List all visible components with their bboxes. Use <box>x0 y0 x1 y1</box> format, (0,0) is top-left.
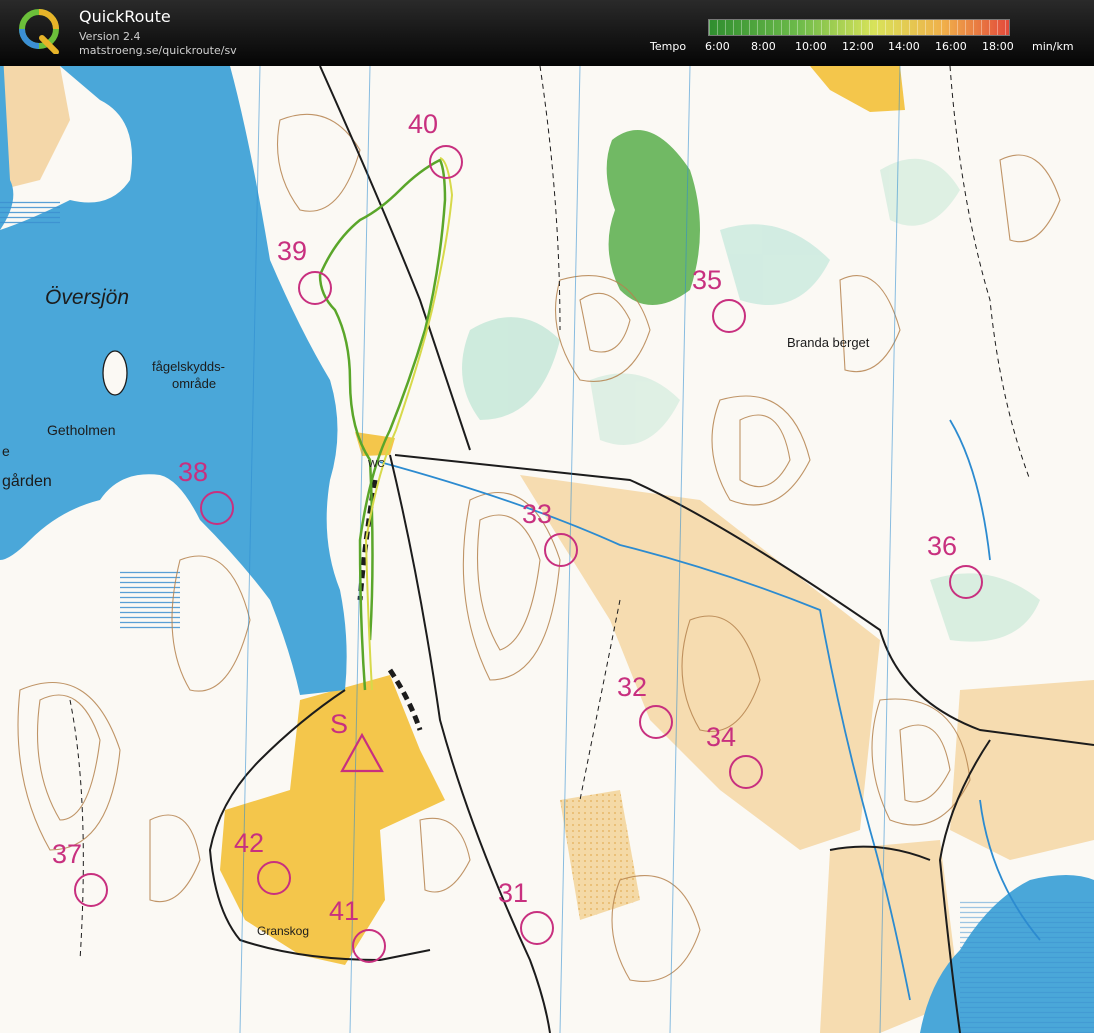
village-label: Granskog <box>257 924 309 938</box>
legend-tick: 16:00 <box>935 40 967 53</box>
control-number: 39 <box>277 236 307 266</box>
farm-label-fragment: e <box>2 443 10 459</box>
map-canvas[interactable]: S 40 39 35 38 33 36 32 34 42 37 41 31 Öv… <box>0 66 1094 1033</box>
marsh-area <box>120 570 180 630</box>
farm-label: gården <box>2 472 52 490</box>
legend-label: Tempo <box>650 40 687 53</box>
start-label: S <box>330 709 348 739</box>
bird-area-label: område <box>172 376 216 391</box>
control-number: 33 <box>522 499 552 529</box>
control-number: 31 <box>498 878 528 908</box>
control-number: 38 <box>178 457 208 487</box>
control-number: 32 <box>617 672 647 702</box>
legend-unit: min/km <box>1032 40 1074 53</box>
island-label: Getholmen <box>47 422 115 438</box>
control-number: 34 <box>706 722 736 752</box>
control-number: 41 <box>329 896 359 926</box>
control-number: 35 <box>692 265 722 295</box>
orienteering-map[interactable]: S 40 39 35 38 33 36 32 34 42 37 41 31 Öv… <box>0 66 1094 1033</box>
legend-tick: 8:00 <box>751 40 776 53</box>
app-header: QuickRoute Version 2.4 matstroeng.se/qui… <box>0 0 1094 66</box>
legend-tick: 14:00 <box>888 40 920 53</box>
lake-name: Översjön <box>45 286 129 309</box>
control-number: 37 <box>52 839 82 869</box>
quickroute-logo-icon <box>19 9 59 54</box>
wc-label: WC <box>368 459 385 470</box>
legend-tick: 12:00 <box>842 40 874 53</box>
app-version: Version 2.4 <box>79 30 141 43</box>
hill-label: Branda berget <box>787 335 870 350</box>
app-url[interactable]: matstroeng.se/quickroute/sv <box>79 44 237 57</box>
legend-tick: 6:00 <box>705 40 730 53</box>
island-getholmen <box>102 350 128 396</box>
control-number: 40 <box>408 109 438 139</box>
pace-color-legend <box>708 19 1010 36</box>
legend-tick: 18:00 <box>982 40 1014 53</box>
bird-area-label: fågelskydds- <box>152 359 225 374</box>
control-number: 36 <box>927 531 957 561</box>
control-number: 42 <box>234 828 264 858</box>
app-name: QuickRoute <box>79 7 171 26</box>
legend-tick: 10:00 <box>795 40 827 53</box>
